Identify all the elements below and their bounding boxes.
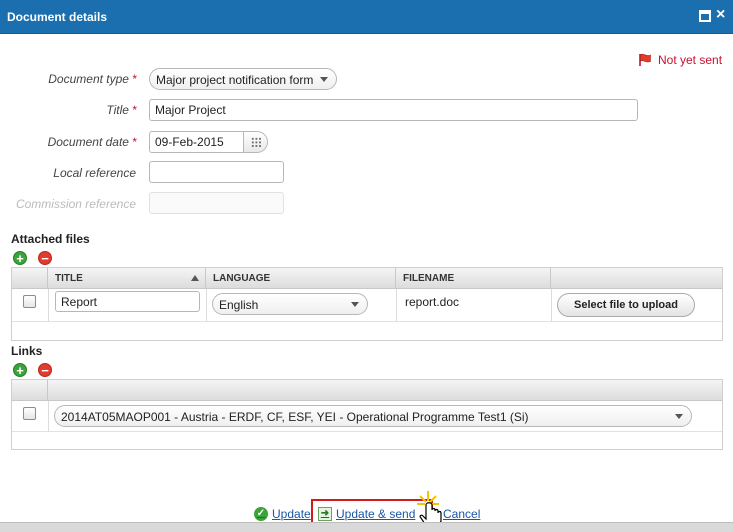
add-link-icon[interactable]: + — [13, 363, 27, 377]
upload-column-header — [551, 268, 722, 289]
column-divider — [206, 289, 207, 322]
close-icon[interactable]: × — [716, 7, 725, 23]
document-date-label: Document date * — [1, 135, 137, 149]
programme-value: 2014AT05MAOP001 - Austria - ERDF, CF, ES… — [61, 410, 529, 424]
filename-column-header[interactable]: FILENAME — [396, 268, 551, 289]
document-date-field: 09-Feb-2015 — [149, 131, 269, 153]
send-status: Not yet sent — [638, 53, 722, 67]
chevron-down-icon — [351, 302, 359, 307]
document-date-input[interactable]: 09-Feb-2015 — [149, 131, 245, 153]
title-column-label: TITLE — [55, 273, 83, 284]
attached-files-header: TITLE LANGUAGE FILENAME — [12, 268, 722, 289]
chevron-down-icon — [675, 414, 683, 419]
update-send-link[interactable]: Update & send — [336, 507, 415, 521]
row-checkbox[interactable] — [23, 407, 36, 420]
calendar-icon — [251, 137, 262, 148]
language-select[interactable]: English — [212, 293, 368, 315]
remove-file-icon[interactable]: − — [38, 251, 52, 265]
required-marker: * — [132, 103, 137, 117]
language-column-header[interactable]: LANGUAGE — [206, 268, 396, 289]
attached-files-heading: Attached files — [11, 232, 90, 246]
document-date-label-text: Document date — [47, 135, 129, 149]
language-value: English — [219, 298, 259, 312]
row-checkbox[interactable] — [23, 295, 36, 308]
required-marker: * — [132, 135, 137, 149]
footer-bar — [0, 522, 733, 532]
flag-icon — [639, 53, 651, 66]
remove-link-icon[interactable]: − — [38, 363, 52, 377]
link-column-header — [48, 380, 722, 401]
column-divider — [396, 289, 397, 322]
document-type-value: Major project notification form — [156, 73, 314, 87]
document-type-label: Document type * — [1, 72, 137, 86]
update-link[interactable]: Update — [272, 507, 311, 521]
chevron-down-icon — [320, 77, 328, 82]
update-action[interactable]: ✓ Update — [254, 507, 311, 521]
title-column-header[interactable]: TITLE — [48, 268, 206, 289]
calendar-button[interactable] — [243, 131, 268, 153]
local-reference-label: Local reference — [53, 166, 136, 180]
window-titlebar: Document details × — [0, 0, 733, 34]
column-divider — [551, 289, 552, 322]
links-grid: 2014AT05MAOP001 - Austria - ERDF, CF, ES… — [11, 379, 723, 450]
links-header — [12, 380, 722, 401]
table-row: Report English report.doc Select file to… — [12, 289, 722, 322]
maximize-icon[interactable] — [699, 10, 711, 22]
commission-reference-input — [149, 192, 284, 214]
send-icon: ➜ — [318, 507, 332, 521]
table-row: 2014AT05MAOP001 - Austria - ERDF, CF, ES… — [12, 401, 722, 432]
document-type-select[interactable]: Major project notification form — [149, 68, 337, 90]
title-input[interactable]: Major Project — [149, 99, 638, 121]
title-label: Title * — [1, 103, 137, 117]
status-text: Not yet sent — [658, 53, 723, 67]
sort-ascending-icon — [191, 275, 199, 281]
programme-select[interactable]: 2014AT05MAOP001 - Austria - ERDF, CF, ES… — [54, 405, 692, 427]
check-icon: ✓ — [254, 507, 268, 521]
select-column-header — [12, 380, 48, 401]
filename-value: report.doc — [405, 295, 460, 309]
update-send-action[interactable]: ➜ Update & send — [318, 507, 415, 521]
commission-reference-label: Commission reference — [15, 197, 136, 211]
select-file-button[interactable]: Select file to upload — [557, 293, 695, 317]
title-label-text: Title — [106, 103, 129, 117]
add-file-icon[interactable]: + — [13, 251, 27, 265]
document-type-label-text: Document type — [48, 72, 129, 86]
window-title: Document details — [7, 10, 108, 24]
required-marker: * — [132, 72, 137, 86]
attached-files-grid: TITLE LANGUAGE FILENAME Report English r… — [11, 267, 723, 341]
select-column-header — [12, 268, 48, 289]
links-heading: Links — [11, 344, 43, 358]
column-divider — [48, 289, 49, 322]
local-reference-input[interactable] — [149, 161, 284, 183]
file-title-input[interactable]: Report — [55, 291, 200, 312]
column-divider — [48, 401, 49, 432]
